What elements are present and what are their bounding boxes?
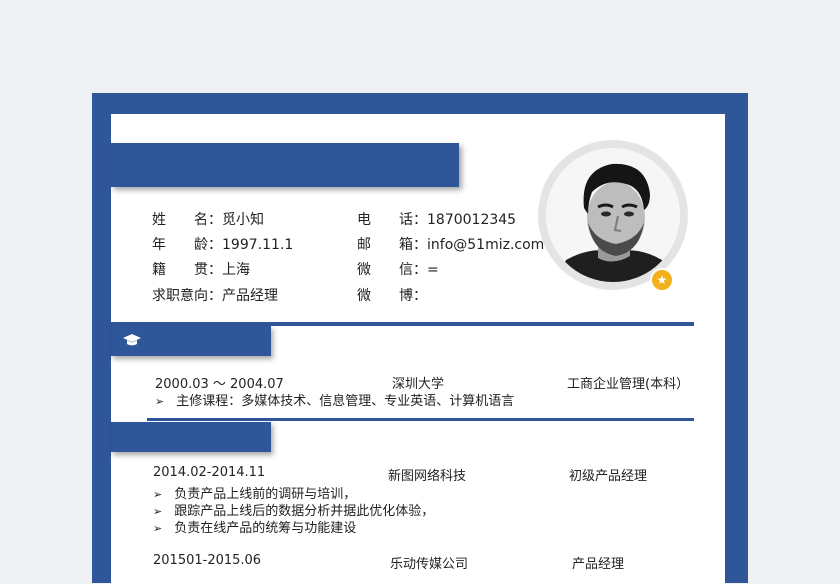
email-value: info@51miz.com <box>427 237 545 253</box>
wechat-label: 微 信： <box>357 262 427 278</box>
education-bottom-line <box>147 418 694 421</box>
job2-company: 乐动传媒公司 <box>390 557 469 572</box>
job2-position: 产品经理 <box>572 557 625 572</box>
name-value: 觅小知 <box>222 212 264 228</box>
job1-position: 初级产品经理 <box>569 469 648 484</box>
portrait-image <box>546 148 680 282</box>
email-row: 邮 箱：info@51miz.com <box>357 234 544 254</box>
bullet-arrow-icon: ➢ <box>153 522 163 535</box>
duty-text: 负责在线产品的统筹与功能建设 <box>174 521 357 536</box>
intent-label: 求职意向： <box>152 288 222 304</box>
intent-value: 产品经理 <box>222 288 278 304</box>
phone-label: 电 话： <box>357 212 427 228</box>
education-major: 工商企业管理(本科） <box>567 377 690 392</box>
job1-company: 新图网络科技 <box>388 469 467 484</box>
intent-row: 求职意向：产品经理 <box>152 285 278 305</box>
origin-label: 籍 贯： <box>152 262 222 278</box>
age-label: 年 龄： <box>152 237 222 253</box>
job1-period: 2014.02-2014.11 <box>153 465 266 480</box>
education-courses: ➢ 主修课程：多媒体技术、信息管理、专业英语、计算机语言 <box>155 390 514 409</box>
courses-text: 主修课程：多媒体技术、信息管理、专业英语、计算机语言 <box>176 394 515 409</box>
experience-section-tab <box>111 422 271 452</box>
wechat-row: 微 信：= <box>357 259 439 279</box>
job2-period: 201501-2015.06 <box>153 553 262 568</box>
weibo-label: 微 博： <box>357 288 427 304</box>
phone-row: 电 话：1870012345 <box>357 209 516 229</box>
name-row: 姓 名：觅小知 <box>152 209 264 229</box>
badge-icon: ★ <box>650 268 674 292</box>
email-label: 邮 箱： <box>357 237 427 253</box>
job1-duty: ➢ 负责在线产品的统筹与功能建设 <box>153 517 356 536</box>
avatar <box>546 148 680 282</box>
resume-title-bar <box>111 143 459 187</box>
phone-value: 1870012345 <box>427 212 517 228</box>
education-section-tab <box>111 326 271 356</box>
age-row: 年 龄：1997.11.1 <box>152 234 293 254</box>
name-label: 姓 名： <box>152 212 222 228</box>
age-value: 1997.11.1 <box>222 237 294 253</box>
wechat-value: = <box>427 262 439 278</box>
origin-value: 上海 <box>222 262 250 278</box>
graduation-cap-icon <box>123 334 141 346</box>
origin-row: 籍 贯：上海 <box>152 259 250 279</box>
bullet-arrow-icon: ➢ <box>155 395 165 408</box>
weibo-row: 微 博： <box>357 285 427 305</box>
